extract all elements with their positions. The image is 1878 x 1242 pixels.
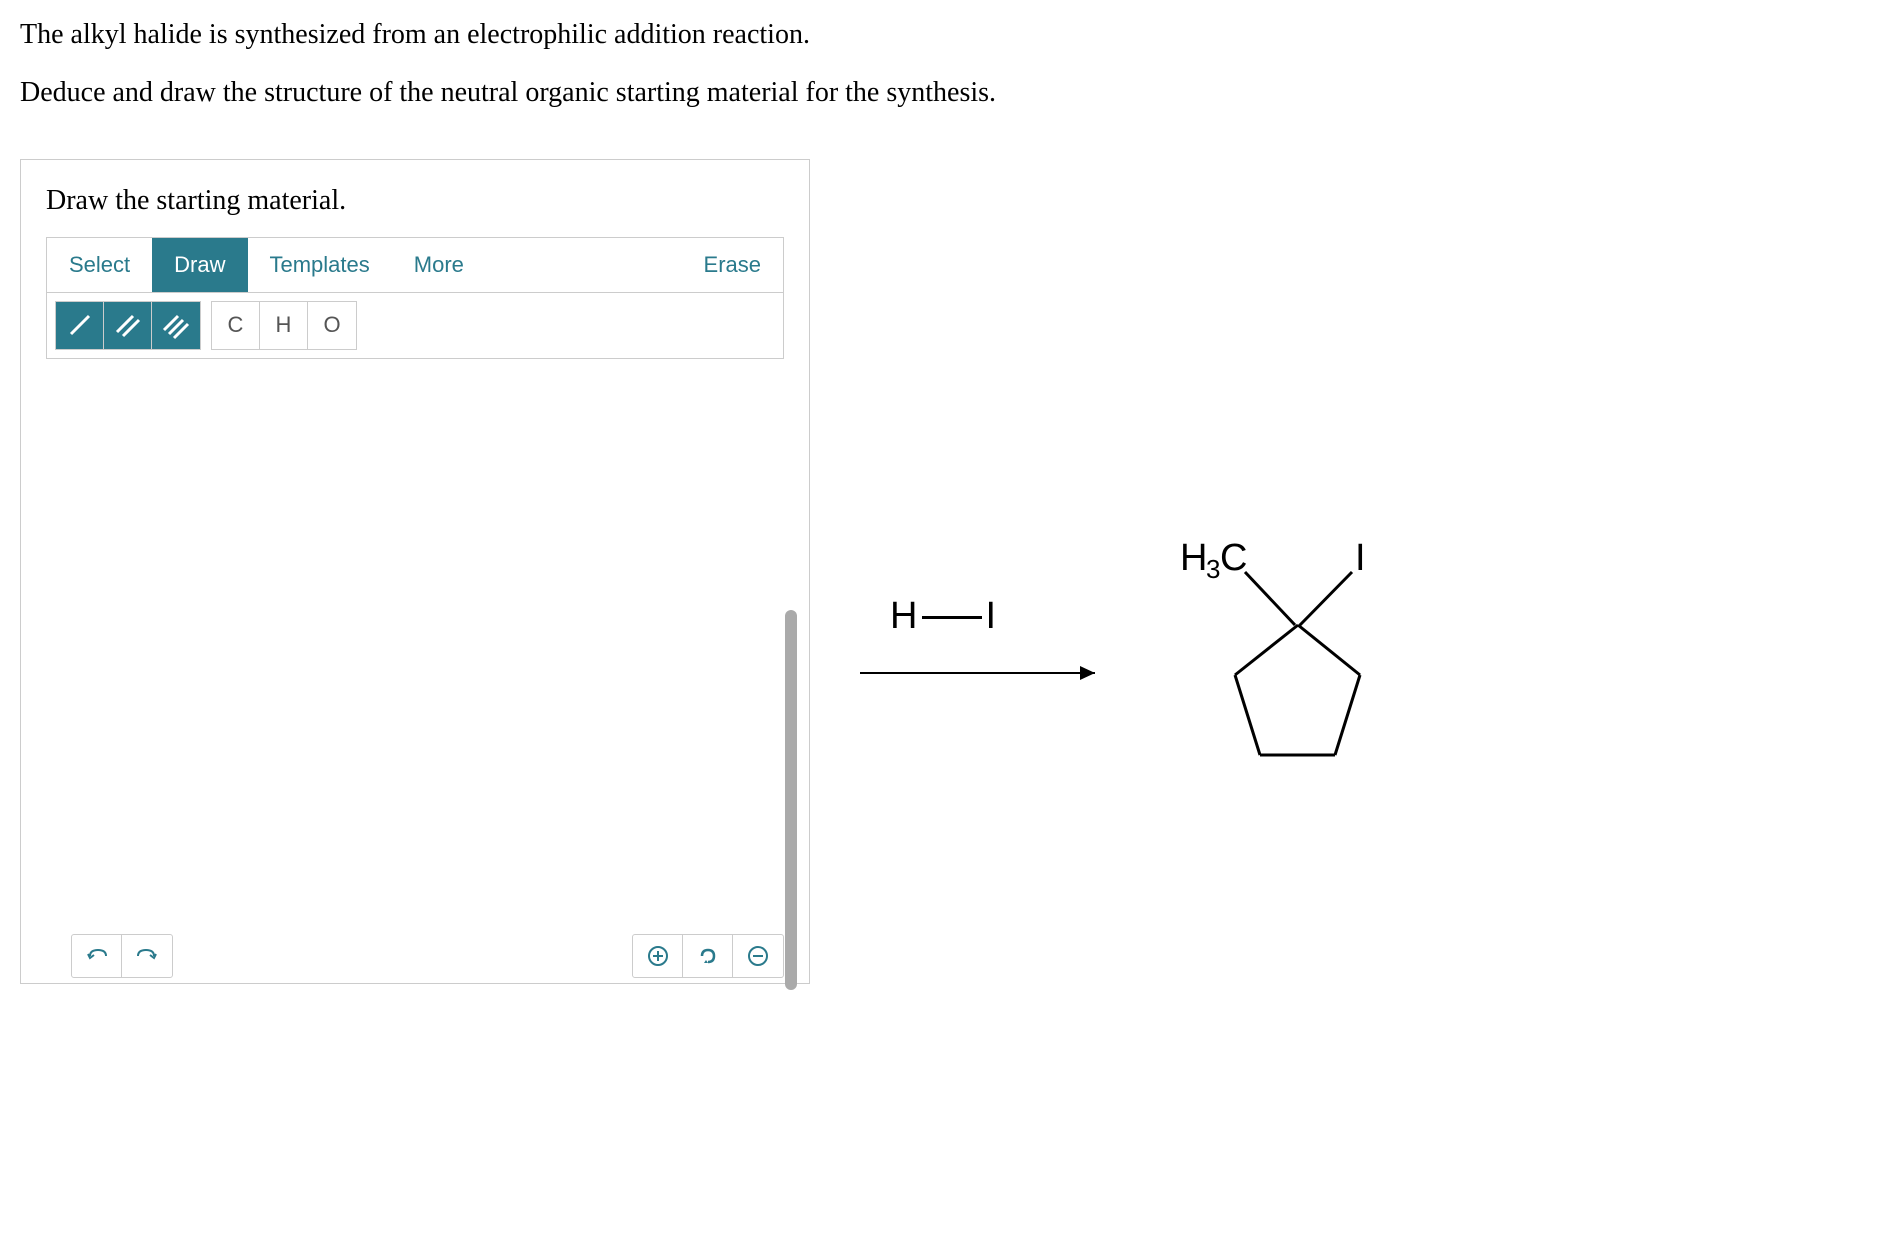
carbon-atom-button[interactable]: C [212, 302, 260, 349]
bond-group [55, 301, 201, 350]
tab-draw[interactable]: Draw [152, 238, 247, 292]
triple-bond-icon [161, 310, 191, 340]
product-structure: H 3 C I [1160, 530, 1400, 815]
scrollbar[interactable] [785, 410, 797, 1010]
zoom-in-button[interactable] [633, 935, 683, 977]
double-bond-button[interactable] [104, 302, 152, 349]
zoom-out-icon [747, 945, 769, 967]
reagent-hi: HI [890, 595, 998, 638]
question-text: The alkyl halide is synthesized from an … [20, 10, 1858, 119]
zoom-group [632, 934, 784, 978]
zoom-in-icon [647, 945, 669, 967]
toolbar-tools: C H O [47, 293, 783, 358]
redo-icon [136, 946, 158, 966]
toolbar-tabs: Select Draw Templates More Erase [47, 238, 783, 293]
drawing-canvas[interactable] [21, 374, 809, 934]
product-molecule-icon: H 3 C I [1160, 530, 1400, 810]
product-ch3-sub: 3 [1206, 554, 1220, 584]
drawing-header: Draw the starting material. [21, 160, 809, 237]
single-bond-icon [65, 310, 95, 340]
reaction-scheme: HI H 3 C I [870, 560, 1430, 860]
scrollbar-thumb[interactable] [785, 610, 797, 990]
atom-group: C H O [211, 301, 357, 350]
product-c-label: C [1220, 537, 1247, 579]
hydrogen-atom-button[interactable]: H [260, 302, 308, 349]
undo-redo-group [71, 934, 173, 978]
reset-button[interactable] [683, 935, 733, 977]
zoom-out-button[interactable] [733, 935, 783, 977]
product-i-label: I [1355, 537, 1366, 579]
tab-select[interactable]: Select [47, 238, 152, 292]
reaction-arrow-icon [860, 658, 1110, 688]
double-bond-icon [113, 310, 143, 340]
erase-button[interactable]: Erase [682, 238, 783, 292]
reset-icon [697, 945, 719, 967]
toolbar: Select Draw Templates More Erase [46, 237, 784, 359]
bottom-controls [21, 934, 809, 983]
tab-more[interactable]: More [392, 238, 486, 292]
single-bond-button[interactable] [56, 302, 104, 349]
oxygen-atom-button[interactable]: O [308, 302, 356, 349]
drawing-panel: Draw the starting material. Select Draw … [20, 159, 810, 984]
tab-templates[interactable]: Templates [248, 238, 392, 292]
question-line1: The alkyl halide is synthesized from an … [20, 10, 1858, 60]
undo-icon [86, 946, 108, 966]
triple-bond-button[interactable] [152, 302, 200, 349]
product-ch3-label: H [1180, 537, 1207, 579]
question-line2: Deduce and draw the structure of the neu… [20, 68, 1858, 118]
undo-button[interactable] [72, 935, 122, 977]
redo-button[interactable] [122, 935, 172, 977]
